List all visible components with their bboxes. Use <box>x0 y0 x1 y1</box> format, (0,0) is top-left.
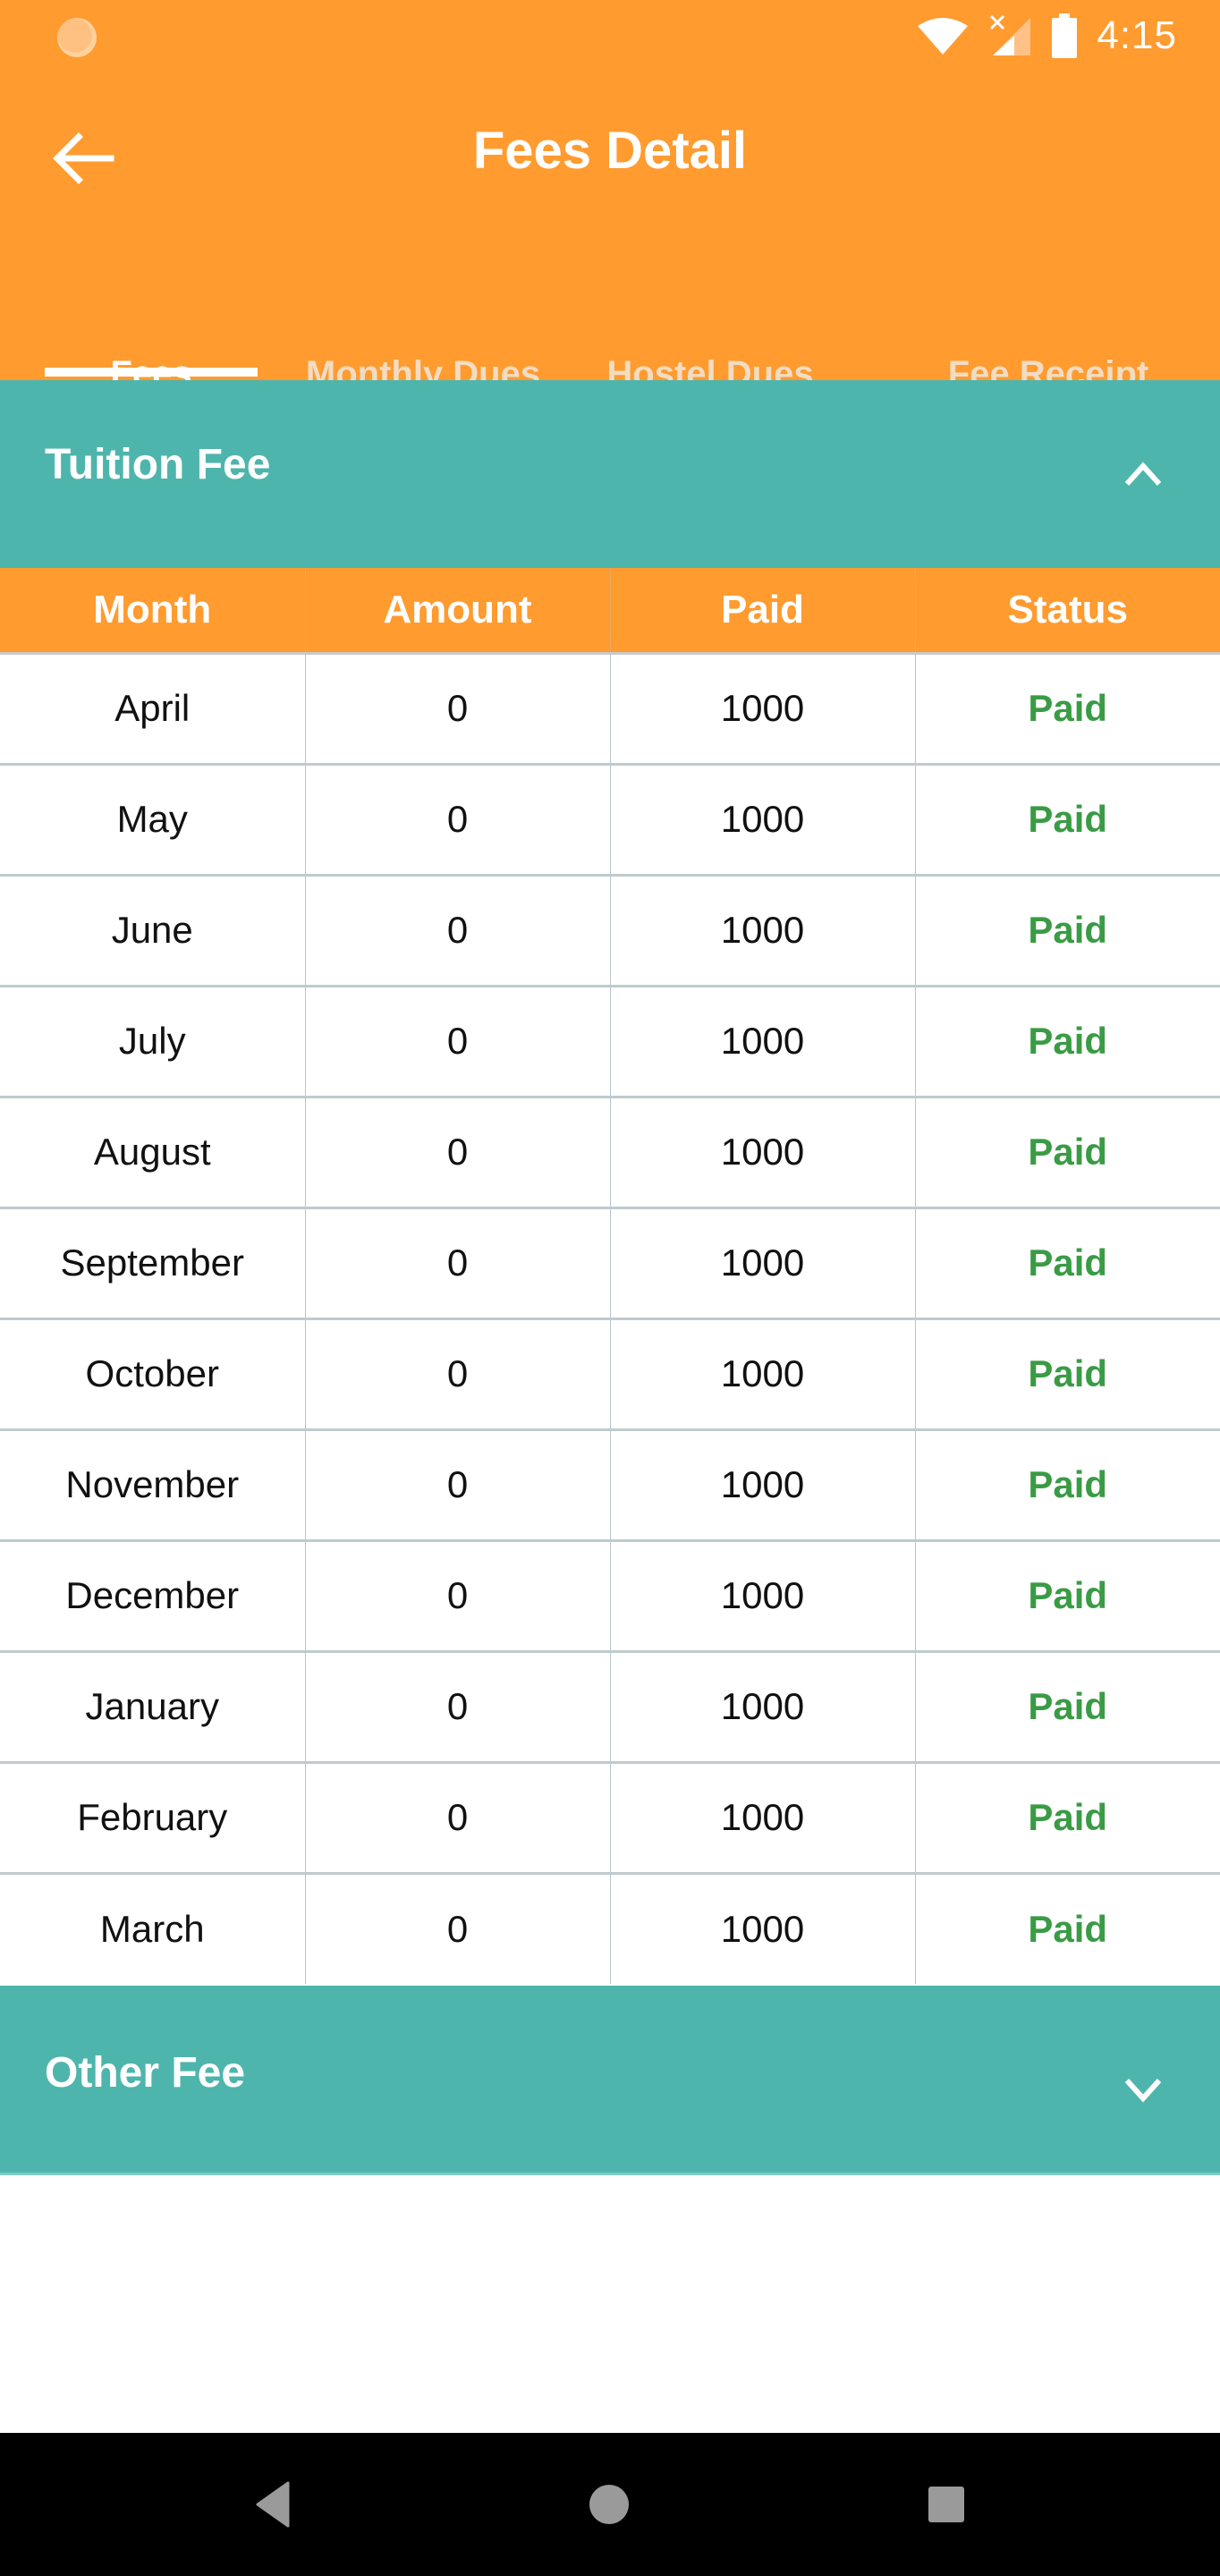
cell-month: August <box>0 1095 305 1208</box>
cell-status: Paid <box>914 651 1220 764</box>
nav-back-button[interactable] <box>240 2470 308 2538</box>
cell-month: September <box>0 1206 305 1318</box>
cell-month: October <box>0 1317 305 1429</box>
status-indicators: 4:15 <box>916 13 1177 59</box>
cell-amount: 0 <box>304 1095 610 1208</box>
notification-app-icon <box>57 18 97 57</box>
cell-month: February <box>0 1760 305 1873</box>
cell-paid: 1000 <box>609 984 915 1097</box>
cell-month: December <box>0 1538 305 1651</box>
cell-month: November <box>0 1428 305 1540</box>
cell-paid: 1000 <box>609 1206 915 1318</box>
cell-status: Paid <box>914 1538 1220 1651</box>
cell-month: April <box>0 651 305 764</box>
cell-paid: 1000 <box>609 1428 915 1540</box>
cell-paid: 1000 <box>609 1538 915 1651</box>
tuition-fee-table: Month Amount Paid Status April 0 1000 Paid M… <box>0 568 1220 1984</box>
chevron-up-icon[interactable] <box>1120 452 1166 498</box>
status-bar: 4:15 <box>0 0 1220 72</box>
cell-status: Paid <box>914 1871 1220 1984</box>
nav-recents-button[interactable] <box>912 2470 980 2538</box>
cell-paid: 1000 <box>609 1760 915 1873</box>
cell-status: Paid <box>914 1317 1220 1429</box>
cell-amount: 0 <box>304 651 610 764</box>
cell-status: Paid <box>914 1095 1220 1208</box>
cell-month: June <box>0 873 305 986</box>
section-title: Tuition Fee <box>45 441 271 488</box>
nav-home-icon <box>589 2485 629 2524</box>
column-header-status: Status <box>914 568 1220 653</box>
cell-amount: 0 <box>304 1428 610 1540</box>
table-row: July 0 1000 Paid <box>0 984 1220 1097</box>
signal-no-sim-icon <box>990 14 1031 55</box>
cell-status: Paid <box>914 1428 1220 1540</box>
cell-month: July <box>0 984 305 1097</box>
cell-status: Paid <box>914 1206 1220 1318</box>
table-row: October 0 1000 Paid <box>0 1317 1220 1429</box>
cell-paid: 1000 <box>609 1095 915 1208</box>
table-row: February 0 1000 Paid <box>0 1760 1220 1873</box>
cell-amount: 0 <box>304 1206 610 1318</box>
cell-paid: 1000 <box>609 1649 915 1762</box>
cell-status: Paid <box>914 873 1220 986</box>
active-tab-indicator <box>45 368 258 377</box>
tuition-fee-section-header[interactable]: Tuition Fee <box>0 380 1220 568</box>
column-header-month: Month <box>0 568 305 653</box>
table-row: March 0 1000 Paid <box>0 1871 1220 1984</box>
cell-amount: 0 <box>304 1649 610 1762</box>
wifi-icon <box>918 18 969 55</box>
section-title: Other Fee <box>45 2049 246 2097</box>
cell-paid: 1000 <box>609 1871 915 1984</box>
column-header-amount: Amount <box>304 568 610 653</box>
app-bar: Fees Detail Fees Monthly Dues Hostel Due… <box>0 72 1220 394</box>
table-row: December 0 1000 Paid <box>0 1538 1220 1651</box>
table-row: January 0 1000 Paid <box>0 1649 1220 1762</box>
nav-recents-icon <box>928 2487 964 2522</box>
table-header-row: Month Amount Paid Status <box>0 568 1220 653</box>
cell-paid: 1000 <box>609 651 915 764</box>
table-row: April 0 1000 Paid <box>0 651 1220 764</box>
page-title: Fees Detail <box>472 122 748 180</box>
table-row: November 0 1000 Paid <box>0 1428 1220 1540</box>
cell-status: Paid <box>914 1649 1220 1762</box>
nav-back-icon <box>256 2481 290 2528</box>
cell-month: January <box>0 1649 305 1762</box>
chevron-down-icon[interactable] <box>1120 2066 1166 2113</box>
other-fee-section-header[interactable]: Other Fee <box>0 1986 1220 2175</box>
table-row: May 0 1000 Paid <box>0 762 1220 875</box>
cell-month: March <box>0 1871 305 1984</box>
system-nav-bar <box>0 2433 1220 2576</box>
cell-status: Paid <box>914 1760 1220 1873</box>
cell-paid: 1000 <box>609 762 915 875</box>
cell-amount: 0 <box>304 1871 610 1984</box>
cell-paid: 1000 <box>609 1317 915 1429</box>
table-row: August 0 1000 Paid <box>0 1095 1220 1208</box>
table-row: September 0 1000 Paid <box>0 1206 1220 1318</box>
cell-amount: 0 <box>304 1538 610 1651</box>
cell-month: May <box>0 762 305 875</box>
cell-amount: 0 <box>304 873 610 986</box>
cell-amount: 0 <box>304 984 610 1097</box>
cell-paid: 1000 <box>609 873 915 986</box>
cell-status: Paid <box>914 984 1220 1097</box>
cell-amount: 0 <box>304 1317 610 1429</box>
battery-icon <box>1052 13 1078 58</box>
column-header-paid: Paid <box>609 568 915 653</box>
table-row: June 0 1000 Paid <box>0 873 1220 986</box>
nav-home-button[interactable] <box>575 2470 643 2538</box>
cell-amount: 0 <box>304 762 610 875</box>
status-clock: 4:15 <box>1097 13 1177 57</box>
cell-status: Paid <box>914 762 1220 875</box>
cell-amount: 0 <box>304 1760 610 1873</box>
